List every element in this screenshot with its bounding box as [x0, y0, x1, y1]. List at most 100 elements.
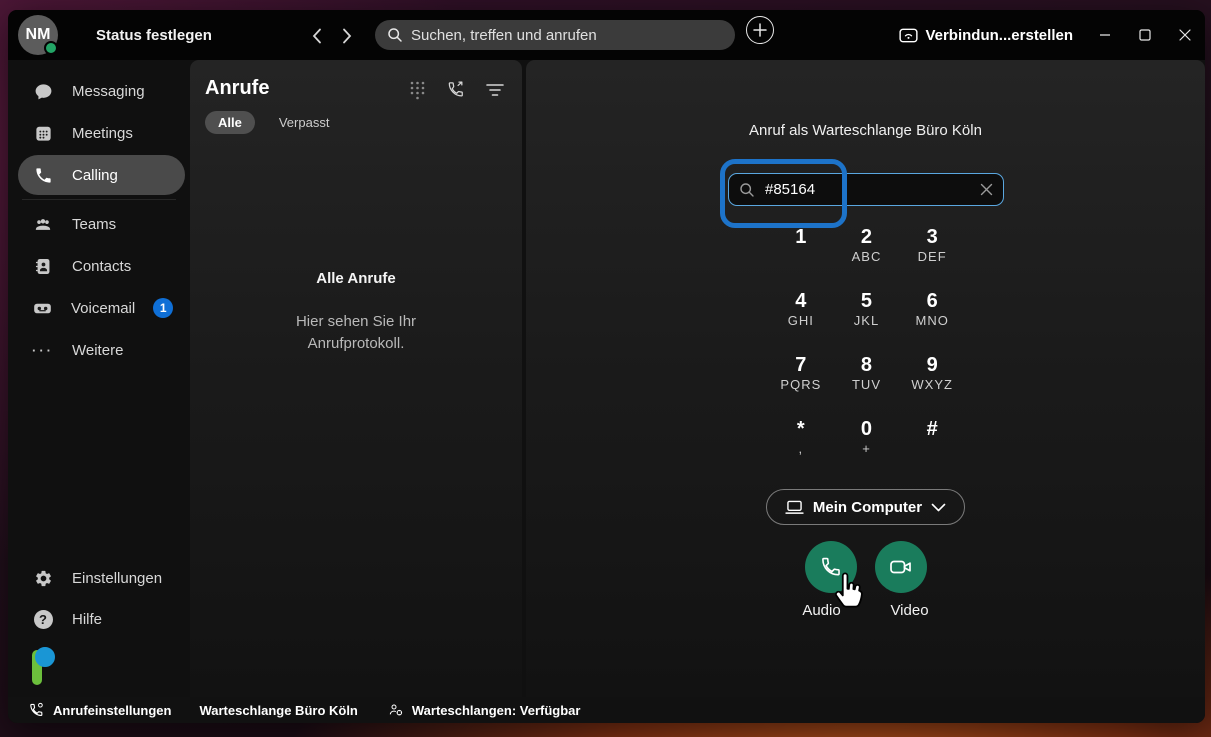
sidebar-label: Messaging — [72, 83, 185, 100]
connect-label: Verbindun...erstellen — [925, 27, 1073, 44]
empty-state-text: Hier sehen Sie Ihr — [190, 311, 522, 333]
sidebar-footer: Einstellungen ? Hilfe — [8, 557, 190, 691]
dialpad-key-hash[interactable]: # — [899, 417, 965, 466]
queue-name-label: Warteschlange Büro Köln — [199, 703, 357, 718]
dialpad-key-3[interactable]: 3DEF — [899, 225, 965, 274]
chat-bubble-icon — [32, 82, 54, 101]
device-selector-label: Mein Computer — [813, 499, 922, 516]
dial-number-input[interactable] — [765, 181, 980, 198]
dialpad-key-4[interactable]: 4GHI — [768, 289, 834, 338]
sidebar-item-contacts[interactable]: Contacts — [18, 246, 185, 286]
titlebar: NM Status festlegen — [8, 10, 1205, 60]
dialpad-key-7[interactable]: 7PQRS — [768, 353, 834, 402]
voicemail-icon — [32, 299, 53, 318]
calls-tabs: Alle Verpasst — [205, 111, 329, 134]
forward-button[interactable] — [334, 23, 360, 49]
sidebar-item-teams[interactable]: Teams — [18, 204, 185, 244]
add-button[interactable] — [746, 16, 774, 44]
new-call-icon[interactable] — [446, 80, 466, 100]
dial-number-field[interactable] — [728, 173, 1004, 206]
connect-device-icon — [899, 27, 918, 44]
video-camera-icon — [888, 556, 914, 578]
set-status-button[interactable]: Status festlegen — [96, 10, 212, 60]
sidebar-divider — [22, 199, 176, 200]
peoplefone-logo — [32, 647, 72, 687]
presence-dot — [44, 41, 58, 55]
chevron-right-icon — [342, 28, 352, 44]
close-button[interactable] — [1165, 10, 1205, 60]
empty-state-text: Anrufprotokoll. — [190, 333, 522, 355]
queue-status-button[interactable]: Warteschlangen: Verfügbar — [388, 702, 581, 718]
sidebar-item-meetings[interactable]: Meetings — [18, 113, 185, 153]
sidebar-label: Weitere — [72, 342, 185, 359]
search-input[interactable] — [411, 27, 723, 44]
sidebar: Messaging Meetings Calling — [8, 60, 190, 697]
sidebar-item-more[interactable]: ··· Weitere — [18, 330, 185, 370]
gear-icon — [32, 569, 54, 588]
call-button-labels: Audio Video — [526, 602, 1205, 619]
logo-bowl — [35, 647, 55, 667]
dialpad-key-star[interactable]: *, — [768, 417, 834, 466]
app-main: Messaging Meetings Calling — [8, 60, 1205, 697]
app-window: NM Status festlegen — [8, 10, 1205, 723]
voicemail-badge: 1 — [153, 298, 173, 318]
dialpad-key-5[interactable]: 5JKL — [834, 289, 900, 338]
calls-panel-title: Anrufe — [205, 77, 269, 100]
sidebar-label: Contacts — [72, 258, 185, 275]
dialpad: 1 2ABC 3DEF 4GHI 5JKL 6MNO 7PQRS 8TUV 9W… — [768, 225, 965, 466]
ellipsis-icon: ··· — [32, 343, 54, 358]
back-button[interactable] — [304, 23, 330, 49]
dialpad-key-6[interactable]: 6MNO — [899, 289, 965, 338]
filter-icon[interactable] — [486, 83, 504, 97]
video-call-button[interactable] — [875, 541, 927, 593]
tab-all[interactable]: Alle — [205, 111, 255, 134]
dialpad-key-1[interactable]: 1 — [768, 225, 834, 274]
sidebar-label: Calling — [72, 167, 185, 184]
teams-people-icon — [32, 215, 54, 234]
call-buttons — [526, 541, 1205, 593]
plus-icon — [753, 23, 767, 37]
calendar-icon — [32, 124, 54, 143]
sidebar-label: Einstellungen — [72, 570, 185, 587]
call-settings-button[interactable]: Anrufeinstellungen — [28, 702, 171, 719]
sidebar-label: Meetings — [72, 125, 185, 142]
call-settings-label: Anrufeinstellungen — [53, 703, 171, 718]
phone-settings-icon — [28, 702, 45, 719]
device-selector[interactable]: Mein Computer — [766, 489, 965, 525]
sidebar-item-messaging[interactable]: Messaging — [18, 71, 185, 111]
sidebar-item-voicemail[interactable]: Voicemail 1 — [18, 288, 185, 328]
calls-panel: Anrufe Alle Verpasst — [190, 60, 522, 697]
minimize-button[interactable] — [1085, 10, 1125, 60]
phone-icon — [32, 166, 54, 185]
tab-missed[interactable]: Verpasst — [279, 115, 330, 130]
empty-state-title: Alle Anrufe — [190, 270, 522, 287]
window-controls — [1085, 10, 1205, 60]
maximize-button[interactable] — [1125, 10, 1165, 60]
phone-icon — [819, 555, 843, 579]
dialpad-key-2[interactable]: 2ABC — [834, 225, 900, 274]
statusbar: Anrufeinstellungen Warteschlange Büro Kö… — [8, 697, 1205, 723]
sidebar-item-calling[interactable]: Calling — [18, 155, 185, 195]
dialpad-key-0[interactable]: 0+ — [834, 417, 900, 466]
audio-label: Audio — [796, 602, 848, 619]
laptop-icon — [785, 500, 804, 515]
video-label: Video — [884, 602, 936, 619]
sidebar-label: Voicemail — [71, 300, 135, 317]
sidebar-item-help[interactable]: ? Hilfe — [18, 599, 185, 639]
queue-name-button[interactable]: Warteschlange Büro Köln — [199, 703, 357, 718]
global-search[interactable] — [375, 20, 735, 50]
calls-empty-state: Alle Anrufe Hier sehen Sie Ihr Anrufprot… — [190, 270, 522, 355]
dialpad-icon[interactable] — [409, 80, 426, 100]
dialpad-key-9[interactable]: 9WXYZ — [899, 353, 965, 402]
device-selector-row: Mein Computer — [526, 489, 1205, 525]
audio-call-button[interactable] — [805, 541, 857, 593]
queue-status-icon — [388, 702, 404, 718]
dial-panel: Anruf als Warteschlange Büro Köln 1 2ABC… — [526, 60, 1205, 697]
sidebar-label: Teams — [72, 216, 185, 233]
dialpad-key-8[interactable]: 8TUV — [834, 353, 900, 402]
connect-to-device-button[interactable]: Verbindun...erstellen — [899, 10, 1073, 60]
help-icon: ? — [32, 610, 54, 629]
clear-input-icon[interactable] — [980, 183, 993, 196]
chevron-left-icon — [312, 28, 322, 44]
sidebar-item-settings[interactable]: Einstellungen — [18, 558, 185, 598]
